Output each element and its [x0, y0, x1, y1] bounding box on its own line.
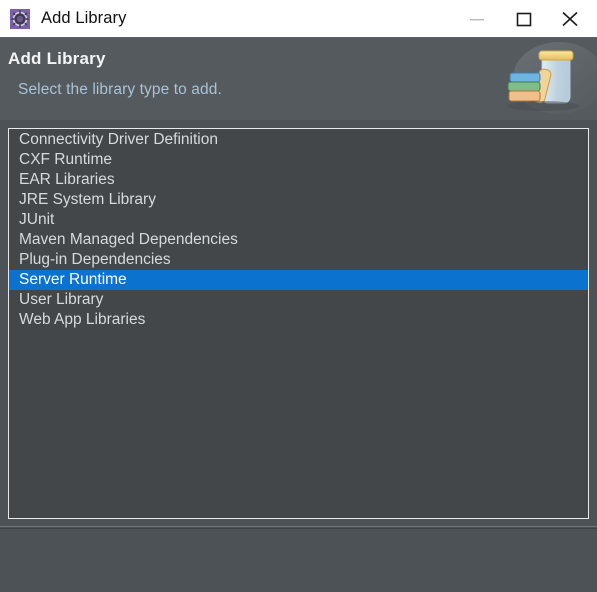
library-type-list[interactable]: Connectivity Driver Definition CXF Runtim… — [9, 130, 588, 330]
list-item[interactable]: JRE System Library — [9, 190, 588, 210]
list-item[interactable]: Plug-in Dependencies — [9, 250, 588, 270]
list-item[interactable]: Connectivity Driver Definition — [9, 130, 588, 150]
dialog-header: Add Library Select the library type to a… — [0, 38, 597, 120]
close-icon[interactable] — [547, 0, 593, 37]
list-item[interactable]: CXF Runtime — [9, 150, 588, 170]
window-titlebar: Add Library — [0, 0, 597, 38]
window-controls — [455, 0, 593, 37]
library-gear-icon — [10, 8, 30, 29]
list-item[interactable]: User Library — [9, 290, 588, 310]
minimize-icon[interactable] — [455, 0, 501, 37]
dialog-button-bar: ? < Back Next > Finish Cancel https://bl… — [0, 529, 597, 592]
header-subtitle: Select the library type to add. — [18, 81, 222, 98]
list-item[interactable]: Maven Managed Dependencies — [9, 230, 588, 250]
maximize-icon[interactable] — [501, 0, 547, 37]
list-item[interactable]: JUnit — [9, 210, 588, 230]
window-title: Add Library — [41, 9, 127, 27]
list-item[interactable]: Server Runtime — [9, 270, 588, 290]
list-item[interactable]: EAR Libraries — [9, 170, 588, 190]
header-title: Add Library — [8, 49, 106, 68]
add-library-dialog: Add Library Add Library Select the libra… — [0, 0, 597, 592]
book-jar-icon — [497, 38, 597, 120]
library-type-listbox[interactable]: Connectivity Driver Definition CXF Runtim… — [8, 128, 589, 519]
button-bar-separator — [0, 526, 597, 527]
list-item[interactable]: Web App Libraries — [9, 310, 588, 330]
